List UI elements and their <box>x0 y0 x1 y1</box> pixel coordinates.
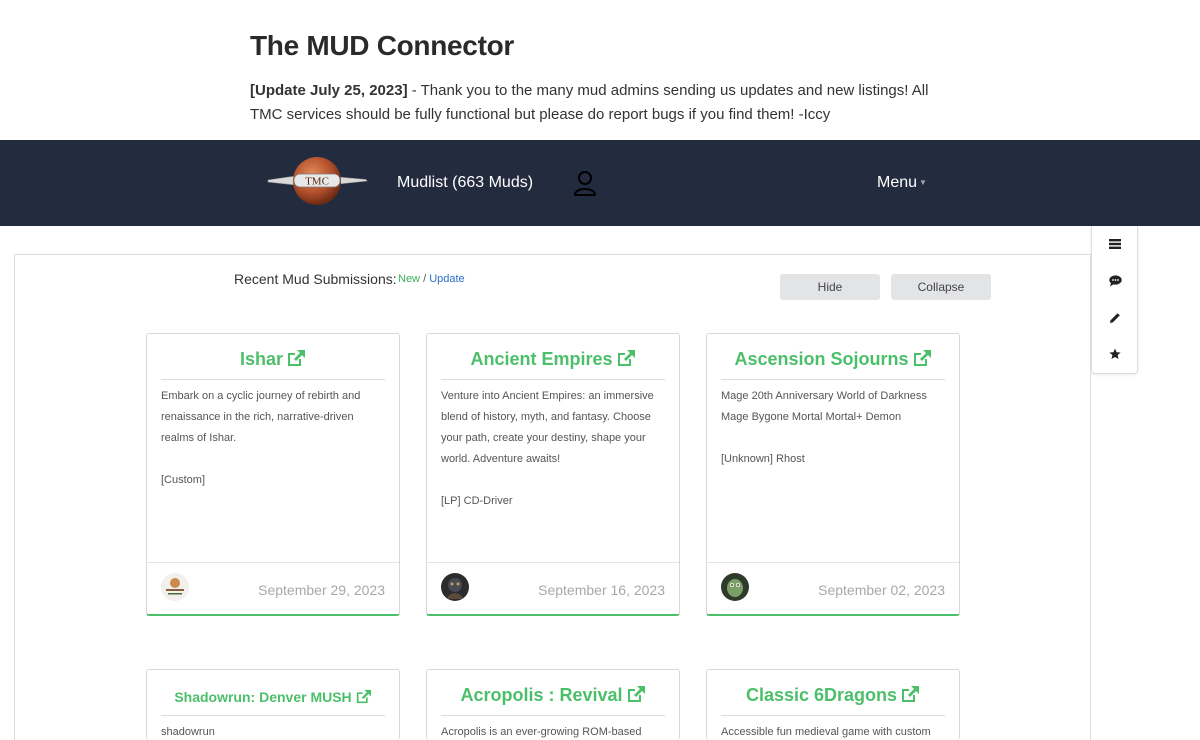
mud-card-shadowrun-denver: Shadowrun: Denver MUSH shadowrun <box>146 669 400 740</box>
mud-card-ancient-empires: Ancient Empires Venture into Ancient Emp… <box>426 333 680 616</box>
mud-title: Ishar <box>239 349 284 369</box>
mud-title-link[interactable]: Ascension Sojourns <box>721 348 945 380</box>
mud-title-link[interactable]: Ancient Empires <box>441 348 665 380</box>
submission-date: September 02, 2023 <box>818 582 945 598</box>
submission-date: September 16, 2023 <box>538 582 665 598</box>
card-footer: September 16, 2023 <box>427 562 679 614</box>
mud-description-text: Mage 20th Anniversary World of Darkness … <box>721 390 927 423</box>
mud-description-text: Accessible fun medieval game with custom <box>721 726 931 738</box>
update-link[interactable]: Update <box>429 273 464 285</box>
nav-mudlist-link[interactable]: Mudlist (663 Muds) <box>397 174 533 192</box>
pencil-icon[interactable] <box>1092 300 1138 336</box>
nav-menu-dropdown[interactable]: Menu ▼ <box>877 174 927 192</box>
mud-title: Classic 6Dragons <box>745 685 898 705</box>
hide-button[interactable]: Hide <box>780 274 880 300</box>
link-separator: / <box>420 273 430 285</box>
mud-codebase: [LP] CD-Driver <box>441 495 513 507</box>
new-link[interactable]: New <box>398 273 420 285</box>
mud-card-classic-6dragons: Classic 6Dragons Accessible fun medieval… <box>706 669 960 740</box>
recent-filter-links: New / Update <box>398 273 465 285</box>
mud-title-link[interactable]: Shadowrun: Denver MUSH <box>161 684 385 716</box>
comment-icon[interactable] <box>1092 263 1138 299</box>
star-icon[interactable] <box>1092 336 1138 372</box>
external-link-icon <box>627 686 645 702</box>
mud-card-acropolis-revival: Acropolis : Revival Acropolis is an ever… <box>426 669 680 740</box>
mud-description: Accessible fun medieval game with custom <box>721 722 945 740</box>
avatar <box>161 573 189 601</box>
mud-card-ascension-sojourns: Ascension Sojourns Mage 20th Anniversary… <box>706 333 960 616</box>
main-navbar: TMC Mudlist (663 Muds) Menu ▼ <box>0 140 1200 226</box>
mud-title: Ancient Empires <box>470 349 613 369</box>
mud-codebase: [Unknown] Rhost <box>721 453 805 465</box>
external-link-icon <box>288 350 306 366</box>
card-footer: September 29, 2023 <box>147 562 399 614</box>
recent-submissions-label: Recent Mud Submissions: <box>234 271 397 287</box>
tmc-logo[interactable]: TMC <box>266 154 370 208</box>
external-link-icon <box>356 689 371 704</box>
external-link-icon <box>617 350 635 366</box>
card-footer: September 02, 2023 <box>707 562 959 614</box>
mud-description: Acropolis is an ever-growing ROM-based <box>441 722 665 740</box>
mud-title-link[interactable]: Ishar <box>161 348 385 380</box>
submission-date: September 29, 2023 <box>258 582 385 598</box>
avatar <box>441 573 469 601</box>
mud-description-text: Acropolis is an ever-growing ROM-based <box>441 726 642 738</box>
announcement-date: [Update July 25, 2023] <box>250 82 408 99</box>
list-icon[interactable] <box>1092 226 1138 262</box>
update-announcement: [Update July 25, 2023] - Thank you to th… <box>250 79 960 127</box>
mud-description: Embark on a cyclic journey of rebirth an… <box>161 386 385 491</box>
page-title: The MUD Connector <box>250 30 515 61</box>
mud-description: Venture into Ancient Empires: an immersi… <box>441 386 665 512</box>
mud-title: Ascension Sojourns <box>734 349 909 369</box>
mud-description-text: Embark on a cyclic journey of rebirth an… <box>161 390 361 444</box>
user-account-icon[interactable] <box>573 170 597 196</box>
mud-title-link[interactable]: Acropolis : Revival <box>441 684 665 716</box>
mud-card-ishar: Ishar Embark on a cyclic journey of rebi… <box>146 333 400 616</box>
mud-title: Shadowrun: Denver MUSH <box>174 689 352 705</box>
mud-description: Mage 20th Anniversary World of Darkness … <box>721 386 945 470</box>
mud-codebase: [Custom] <box>161 474 206 486</box>
mud-description-text: Venture into Ancient Empires: an immersi… <box>441 390 654 465</box>
caret-down-icon: ▼ <box>919 178 927 188</box>
collapse-button[interactable]: Collapse <box>891 274 991 300</box>
external-link-icon <box>902 686 920 702</box>
mud-title: Acropolis : Revival <box>460 685 623 705</box>
mud-description: shadowrun <box>161 722 385 740</box>
side-toolbar <box>1091 226 1138 374</box>
menu-label: Menu <box>877 174 918 191</box>
mud-description-text: shadowrun <box>161 726 215 738</box>
external-link-icon <box>913 350 931 366</box>
mud-title-link[interactable]: Classic 6Dragons <box>721 684 945 716</box>
logo-text: TMC <box>305 176 329 188</box>
avatar <box>721 573 749 601</box>
